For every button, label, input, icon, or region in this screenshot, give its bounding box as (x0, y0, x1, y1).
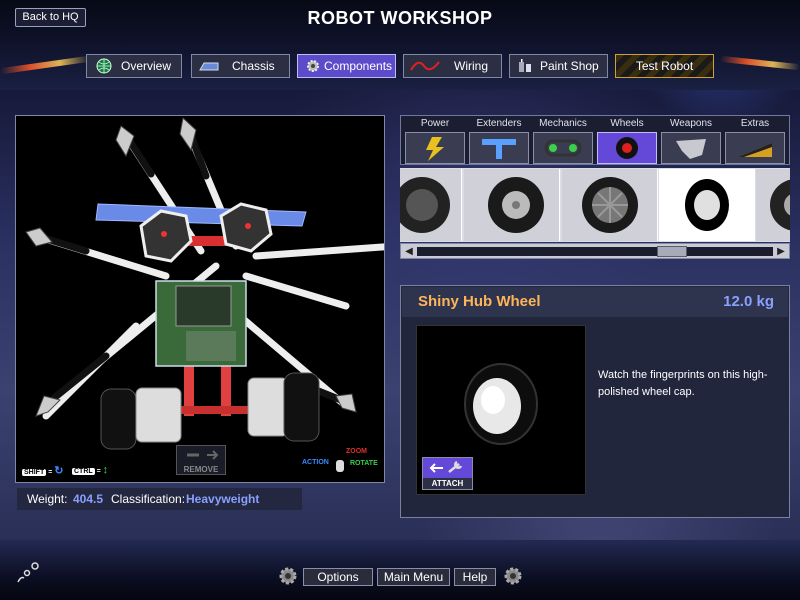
tab-label: Chassis (232, 59, 275, 73)
category-weapons[interactable]: Weapons (660, 116, 722, 166)
tab-overview[interactable]: Overview (86, 54, 182, 78)
tab-label: Paint Shop (540, 59, 599, 73)
gear-icon (504, 567, 522, 585)
rotate-label: ROTATE (350, 460, 378, 467)
list-item[interactable] (756, 169, 790, 241)
scroll-track[interactable] (417, 247, 773, 256)
zoom-label: ZOOM (346, 448, 367, 455)
streak-decoration (719, 55, 800, 71)
weight-label: Weight: (27, 492, 68, 506)
robot-3d-viewport[interactable]: SHIFT = ↻ CTRL = ↕ REMOVE ACTION ZOOM RO… (15, 115, 400, 483)
logo-icon (17, 562, 39, 583)
scroll-right-arrow[interactable]: ▶ (774, 245, 788, 258)
scroll-left-arrow[interactable]: ◀ (402, 245, 416, 258)
tab-wiring[interactable]: Wiring (403, 54, 502, 78)
paint-cans-icon (519, 59, 531, 72)
page-title: ROBOT WORKSHOP (307, 8, 493, 28)
list-item[interactable] (464, 169, 560, 241)
tab-label: Test Robot (635, 59, 694, 73)
component-detail-panel: Shiny Hub Wheel 12.0 kg ATTACH Watch the… (400, 285, 790, 518)
attach-button[interactable]: ATTACH (422, 457, 473, 490)
shift-hint: SHIFT = ↻ (22, 465, 64, 477)
category-extras[interactable]: Extras (724, 116, 786, 166)
wheel-thumbnail (770, 179, 790, 231)
t-connector-icon (482, 139, 516, 159)
item-weight: 12.0 kg (723, 293, 774, 310)
tab-label: Components (324, 59, 393, 73)
chassis-icon (199, 62, 219, 71)
globe-icon (96, 58, 112, 74)
action-label: ACTION (302, 459, 329, 466)
category-mechanics[interactable]: Mechanics (532, 116, 594, 166)
list-item-selected[interactable] (659, 169, 755, 241)
tab-paint-shop[interactable]: Paint Shop (509, 54, 608, 78)
vertical-arrow-icon: ↕ (102, 464, 109, 476)
lightning-icon (426, 137, 444, 161)
tab-components[interactable]: Components (297, 54, 396, 78)
category-wheels[interactable]: Wheels (596, 116, 658, 166)
wheel-icon (616, 137, 638, 159)
tab-label: Overview (121, 59, 172, 73)
gear-icon (279, 567, 297, 585)
tab-chassis[interactable]: Chassis (191, 54, 290, 78)
ctrl-hint: CTRL = ↕ (72, 464, 109, 476)
main-menu-button[interactable]: Main Menu (377, 568, 450, 586)
item-name: Shiny Hub Wheel (418, 293, 541, 310)
classification-label: Classification: (111, 492, 186, 506)
weight-value: 404.5 (73, 492, 104, 506)
detail-header: Shiny Hub Wheel 12.0 kg (402, 287, 788, 317)
robot-model (25, 117, 400, 450)
attach-wrench-icon (429, 460, 463, 473)
category-power[interactable]: Power (404, 116, 466, 166)
remove-wrench-icon (187, 450, 219, 460)
robot-stats: Weight: 404.5 Classification: Heavyweigh… (17, 488, 302, 510)
wire-icon (410, 61, 440, 71)
item-scrollbar[interactable]: ◀ ▶ (400, 243, 790, 259)
wheel-selection-list (400, 168, 790, 242)
gear-icon (307, 60, 319, 72)
streak-decoration (0, 55, 90, 75)
help-button[interactable]: Help (454, 568, 496, 586)
wheel-thumbnail (400, 177, 450, 233)
wheel-thumbnail (488, 177, 544, 233)
item-preview: ATTACH (416, 325, 586, 495)
options-button[interactable]: Options (303, 568, 373, 586)
blade-icon (676, 139, 706, 159)
mouse-icon (336, 460, 344, 472)
tab-label: Wiring (454, 59, 489, 73)
rotate-arrow-icon: ↻ (54, 465, 64, 477)
wheel-thumbnail (582, 177, 638, 233)
wedge-icon (738, 143, 772, 157)
classification-value: Heavyweight (186, 492, 260, 506)
category-extenders[interactable]: Extenders (468, 116, 530, 166)
scroll-thumb[interactable] (657, 246, 687, 257)
component-categories: Power Extenders Mechanics Wheels Weapons… (400, 115, 790, 165)
remove-button[interactable]: REMOVE (176, 445, 226, 475)
list-item[interactable] (400, 169, 462, 241)
chain-gear-icon (544, 139, 582, 157)
list-item[interactable] (562, 169, 658, 241)
wheel-thumbnail (685, 179, 729, 231)
tab-test-robot[interactable]: Test Robot (615, 54, 714, 78)
item-description: Watch the fingerprints on this high-poli… (598, 369, 768, 398)
